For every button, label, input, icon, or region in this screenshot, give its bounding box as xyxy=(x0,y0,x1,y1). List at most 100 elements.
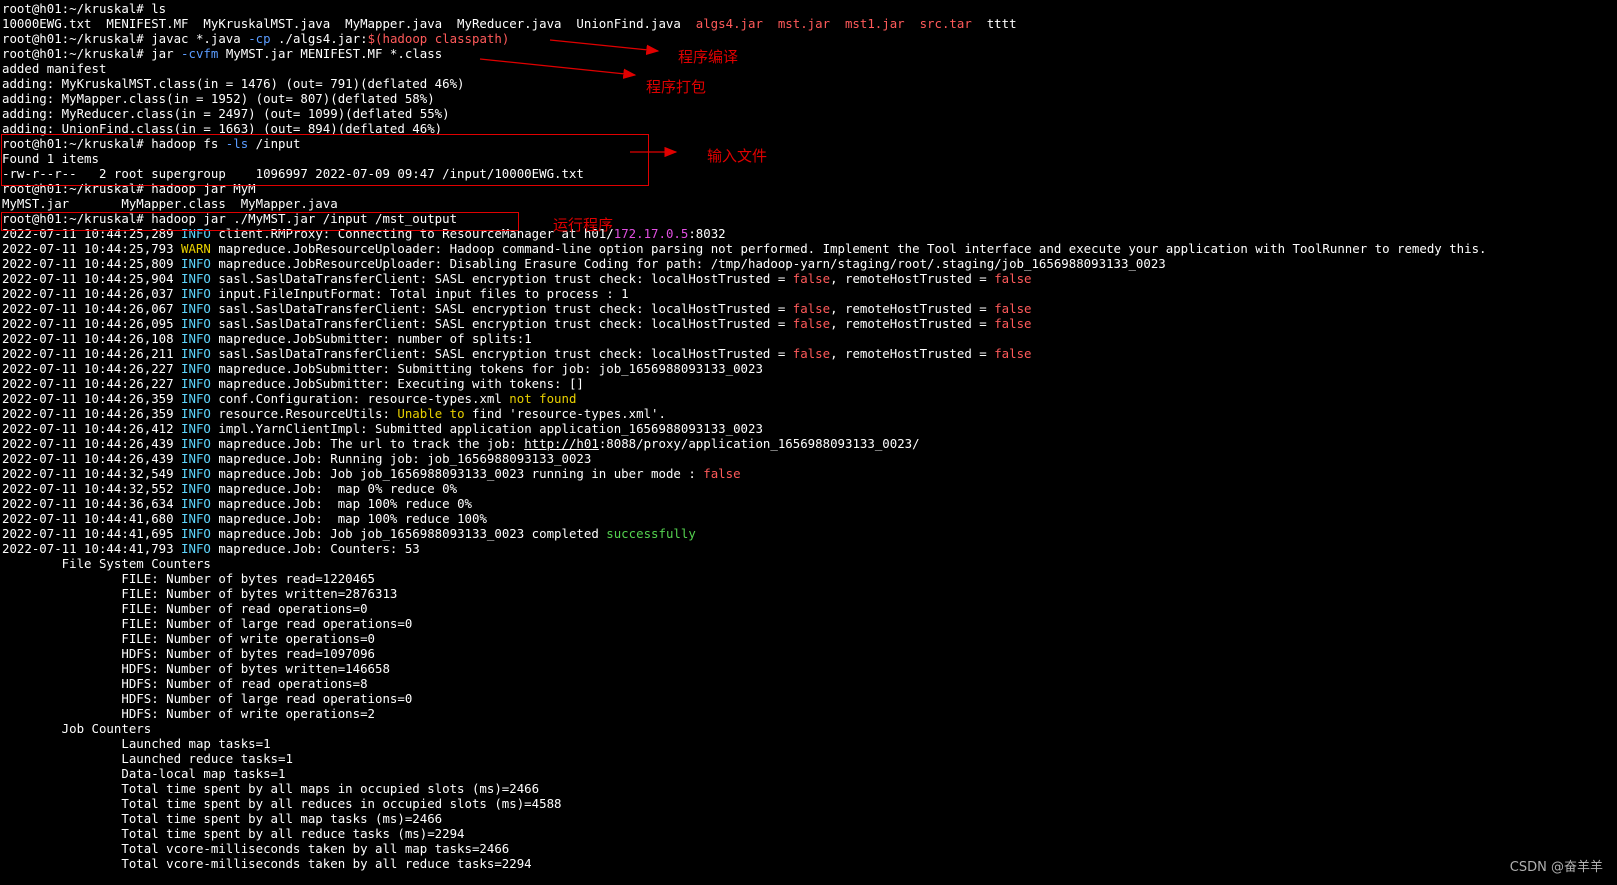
terminal-text: mapreduce.Job: map 0% reduce 0% xyxy=(210,481,458,496)
terminal-text: Data-local map tasks=1 xyxy=(2,766,286,781)
terminal-text: root@h01:~/kruskal# hadoop jar ./MyMST.j… xyxy=(2,211,458,226)
terminal-text: false xyxy=(792,346,831,361)
terminal-line: adding: MyKruskalMST.class(in = 1476) (o… xyxy=(2,76,1617,91)
terminal-text: mapreduce.Job: map 100% reduce 100% xyxy=(210,511,487,526)
terminal-line: 2022-07-11 10:44:26,412 INFO impl.YarnCl… xyxy=(2,421,1617,436)
terminal-line: 2022-07-11 10:44:32,552 INFO mapreduce.J… xyxy=(2,481,1617,496)
terminal-text: 2022-07-11 10:44:26,227 xyxy=(2,361,182,376)
terminal-line: root@h01:~/kruskal# ls xyxy=(2,1,1617,16)
watermark: CSDN @奋羊羊 xyxy=(1509,860,1603,875)
terminal-text: FILE: Number of bytes written=2876313 xyxy=(2,586,398,601)
terminal-line: Launched reduce tasks=1 xyxy=(2,751,1617,766)
terminal-line: Total vcore-milliseconds taken by all ma… xyxy=(2,841,1617,856)
terminal-line: 2022-07-11 10:44:26,095 INFO sasl.SaslDa… xyxy=(2,316,1617,331)
terminal-text: Launched map tasks=1 xyxy=(2,736,271,751)
terminal-text: HDFS: Number of bytes read=1097096 xyxy=(2,646,375,661)
terminal-line: 2022-07-11 10:44:26,439 INFO mapreduce.J… xyxy=(2,451,1617,466)
terminal-text: 2022-07-11 10:44:26,108 xyxy=(2,331,182,346)
terminal-line: Found 1 items xyxy=(2,151,1617,166)
terminal-text: mapreduce.JobResourceUploader: Hadoop co… xyxy=(210,241,1487,256)
terminal-text: adding: MyKruskalMST.class(in = 1476) (o… xyxy=(2,76,465,91)
terminal-line: root@h01:~/kruskal# jar -cvfm MyMST.jar … xyxy=(2,46,1617,61)
terminal-text: INFO xyxy=(181,406,211,421)
terminal-line: 2022-07-11 10:44:26,227 INFO mapreduce.J… xyxy=(2,376,1617,391)
terminal-text: mapreduce.JobSubmitter: Submitting token… xyxy=(210,361,763,376)
terminal-line: 2022-07-11 10:44:26,211 INFO sasl.SaslDa… xyxy=(2,346,1617,361)
terminal-text: input.FileInputFormat: Total input files… xyxy=(210,286,629,301)
terminal-text: 2022-07-11 10:44:32,549 xyxy=(2,466,182,481)
terminal-text: root@h01:~/kruskal# hadoop fs xyxy=(2,136,226,151)
terminal-text: INFO xyxy=(181,301,211,316)
terminal-line: root@h01:~/kruskal# hadoop jar MyM xyxy=(2,181,1617,196)
annotation-run: 运行程序 xyxy=(553,216,614,234)
terminal-line: Data-local map tasks=1 xyxy=(2,766,1617,781)
terminal-text: HDFS: Number of write operations=2 xyxy=(2,706,375,721)
terminal-text: 2022-07-11 10:44:26,037 xyxy=(2,286,182,301)
terminal-text: INFO xyxy=(181,316,211,331)
terminal-text: 2022-07-11 10:44:41,680 xyxy=(2,511,182,526)
terminal-line: added manifest xyxy=(2,61,1617,76)
terminal-text: INFO xyxy=(181,496,211,511)
terminal-text: MyMST.jar MyMapper.class MyMapper.java xyxy=(2,196,338,211)
terminal-text: INFO xyxy=(181,541,211,556)
terminal-text: successfully xyxy=(606,526,696,541)
annotation-package: 程序打包 xyxy=(646,78,707,96)
terminal-text: FILE: Number of large read operations=0 xyxy=(2,616,413,631)
terminal-text: impl.YarnClientImpl: Submitted applicati… xyxy=(210,421,763,436)
terminal-text: INFO xyxy=(181,226,211,241)
terminal-text: HDFS: Number of bytes written=146658 xyxy=(2,661,390,676)
terminal-text: 10000EWG.txt MENIFEST.MF MyKruskalMST.ja… xyxy=(2,16,696,31)
terminal-text: adding: MyReducer.class(in = 2497) (out=… xyxy=(2,106,450,121)
terminal-text: MyMST.jar MENIFEST.MF *.class xyxy=(218,46,443,61)
terminal-line: 2022-07-11 10:44:26,108 INFO mapreduce.J… xyxy=(2,331,1617,346)
terminal-line: 2022-07-11 10:44:26,439 INFO mapreduce.J… xyxy=(2,436,1617,451)
terminal-line: 2022-07-11 10:44:25,289 INFO client.RMPr… xyxy=(2,226,1617,241)
terminal-text: false xyxy=(792,271,831,286)
terminal-text: Launched reduce tasks=1 xyxy=(2,751,293,766)
terminal-text: mapreduce.JobSubmitter: Executing with t… xyxy=(210,376,584,391)
terminal-text: FILE: Number of read operations=0 xyxy=(2,601,368,616)
terminal-text: Total time spent by all reduce tasks (ms… xyxy=(2,826,465,841)
terminal-text: 2022-07-11 10:44:36,634 xyxy=(2,496,182,511)
terminal-text: root@h01:~/kruskal# javac *.java xyxy=(2,31,249,46)
terminal-line: Job Counters xyxy=(2,721,1617,736)
terminal-text: false xyxy=(792,316,831,331)
terminal-text: 2022-07-11 10:44:26,439 xyxy=(2,451,182,466)
terminal-text: resource.ResourceUtils: xyxy=(210,406,398,421)
terminal-text: Total time spent by all maps in occupied… xyxy=(2,781,540,796)
terminal-text: -cp xyxy=(248,31,271,46)
terminal-line: HDFS: Number of read operations=8 xyxy=(2,676,1617,691)
terminal-text: , remoteHostTrusted = xyxy=(830,346,995,361)
terminal-line: 2022-07-11 10:44:25,809 INFO mapreduce.J… xyxy=(2,256,1617,271)
terminal-text: :8032 xyxy=(688,226,726,241)
terminal-text: mapreduce.Job: Running job: job_16569880… xyxy=(210,451,592,466)
terminal-line: 2022-07-11 10:44:25,793 WARN mapreduce.J… xyxy=(2,241,1617,256)
terminal-text: 2022-07-11 10:44:26,439 xyxy=(2,436,182,451)
terminal-line: HDFS: Number of bytes written=146658 xyxy=(2,661,1617,676)
terminal-text: -ls xyxy=(225,136,249,151)
terminal-line: Total time spent by all map tasks (ms)=2… xyxy=(2,811,1617,826)
terminal-text: false xyxy=(994,316,1032,331)
terminal-text[interactable]: http://h01 xyxy=(524,436,599,451)
terminal-text: INFO xyxy=(181,256,211,271)
terminal-text: find 'resource-types.xml'. xyxy=(464,406,666,421)
terminal-text: false xyxy=(994,301,1032,316)
terminal-text: 2022-07-11 10:44:41,793 xyxy=(2,541,182,556)
terminal-line: 2022-07-11 10:44:41,695 INFO mapreduce.J… xyxy=(2,526,1617,541)
terminal-line: adding: MyReducer.class(in = 2497) (out=… xyxy=(2,106,1617,121)
terminal-text: INFO xyxy=(181,361,211,376)
terminal-line: MyMST.jar MyMapper.class MyMapper.java xyxy=(2,196,1617,211)
terminal-text: mapreduce.JobSubmitter: number of splits… xyxy=(210,331,532,346)
terminal-line: FILE: Number of bytes read=1220465 xyxy=(2,571,1617,586)
terminal-line: 2022-07-11 10:44:26,067 INFO sasl.SaslDa… xyxy=(2,301,1617,316)
terminal-text: :8088/proxy/application_1656988093133_00… xyxy=(598,436,920,451)
annotation-input-file: 输入文件 xyxy=(707,147,768,165)
terminal-text: Found 1 items xyxy=(2,151,99,166)
terminal-text: 2022-07-11 10:44:25,289 xyxy=(2,226,182,241)
terminal-text: FILE: Number of bytes read=1220465 xyxy=(2,571,375,586)
terminal-text: INFO xyxy=(181,436,211,451)
terminal-text: INFO xyxy=(181,451,211,466)
terminal-text: Unable to xyxy=(397,406,465,421)
terminal-line: 2022-07-11 10:44:41,793 INFO mapreduce.J… xyxy=(2,541,1617,556)
